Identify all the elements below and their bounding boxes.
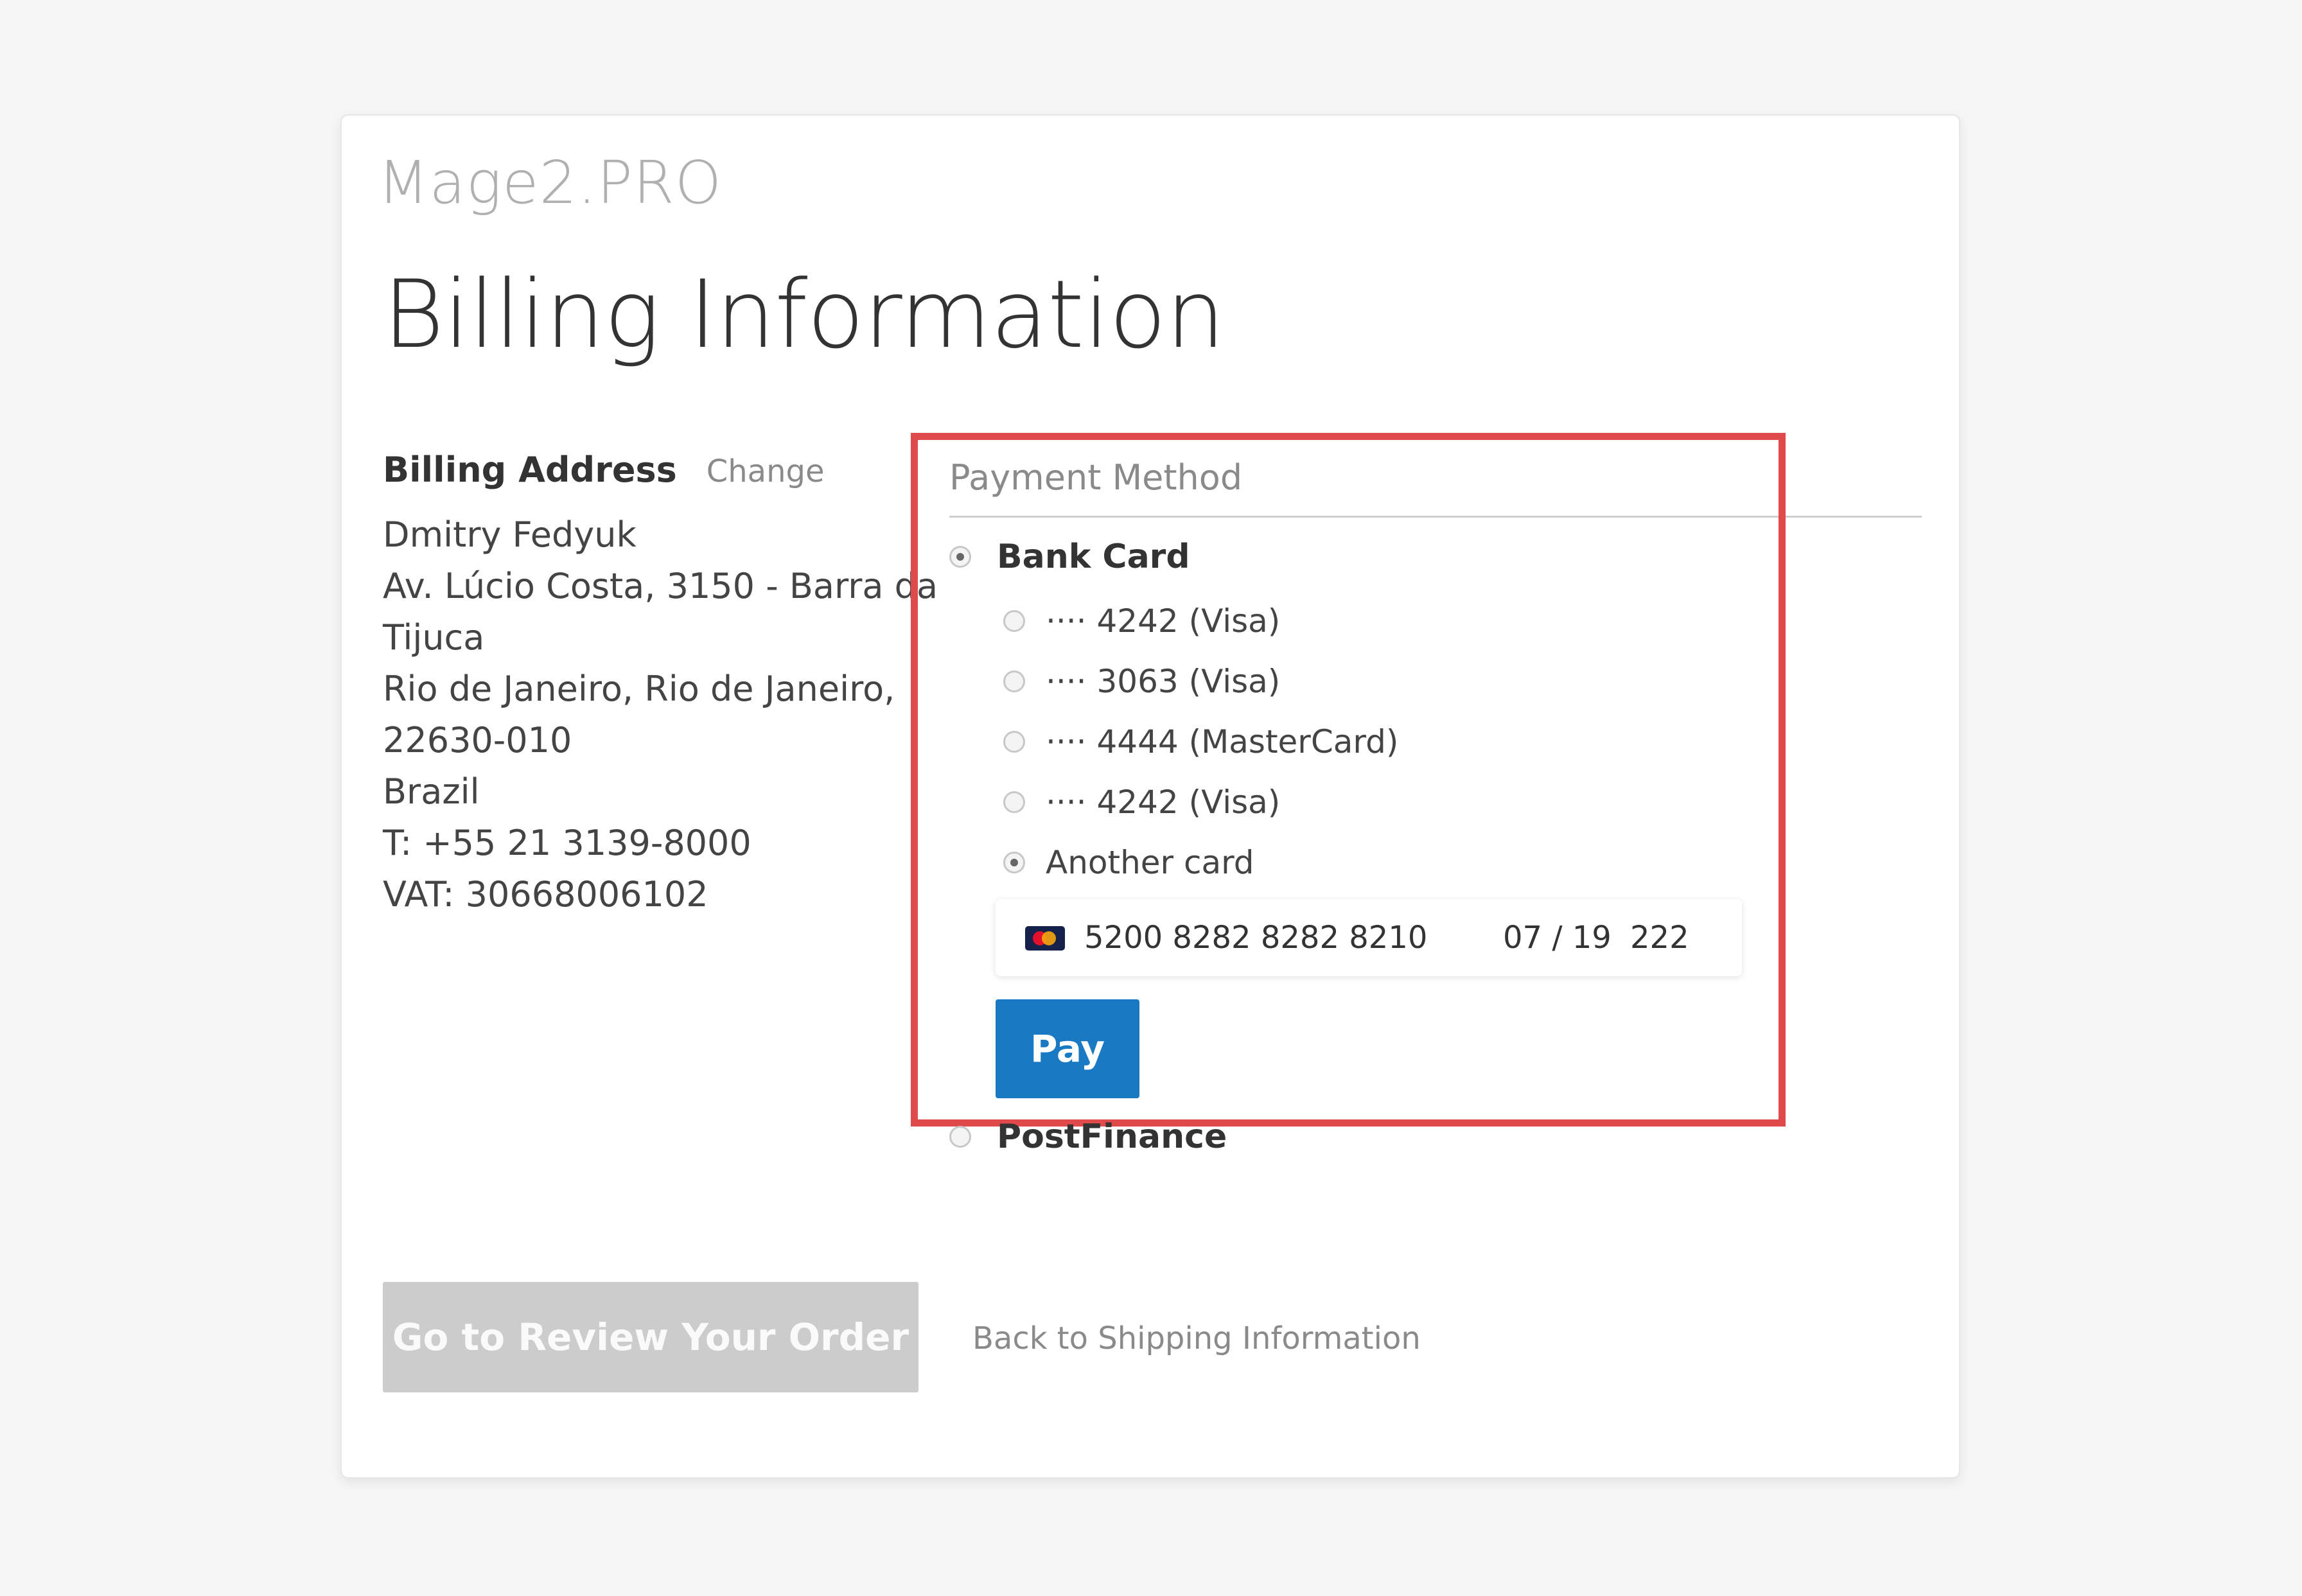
bank-card-label: Bank Card [997, 538, 1190, 576]
card-label: ···· 4242 (Visa) [1046, 602, 1281, 640]
card-radio[interactable] [1003, 671, 1025, 692]
store-logo[interactable]: Mage2.PRO [378, 150, 722, 215]
another-card-label: Another card [1046, 844, 1254, 881]
bank-card-radio[interactable] [949, 546, 971, 568]
change-address-link[interactable]: Change [707, 453, 825, 489]
saved-card-option[interactable]: ···· 3063 (Visa) [1003, 651, 1922, 712]
payment-method-postfinance[interactable]: PostFinance [949, 1118, 1227, 1156]
card-radio[interactable] [1003, 731, 1025, 753]
page-title: Billing Information [383, 260, 1226, 369]
billing-address-header: Billing Address Change [383, 450, 852, 490]
back-to-shipping-link[interactable]: Back to Shipping Information [972, 1320, 1421, 1356]
card-radio[interactable] [1003, 610, 1025, 632]
card-label: ···· 3063 (Visa) [1046, 663, 1281, 700]
card-label: ···· 4444 (MasterCard) [1046, 723, 1399, 760]
address-line: 22630-010 [383, 720, 572, 760]
address-line: Dmitry Fedyuk [383, 514, 637, 555]
payment-method-bank-card[interactable]: Bank Card [949, 533, 1922, 581]
card-entry-field[interactable]: 5200 8282 8282 8210 07 / 19 222 [996, 899, 1742, 976]
card-radio[interactable] [1003, 791, 1025, 813]
billing-address-section: Billing Address Change Dmitry Fedyuk Av.… [383, 450, 938, 920]
mastercard-icon [1025, 926, 1065, 951]
pay-button[interactable]: Pay [996, 999, 1139, 1098]
postfinance-label: PostFinance [997, 1118, 1227, 1156]
card-number-input[interactable]: 5200 8282 8282 8210 [1084, 920, 1427, 956]
saved-cards-list: ···· 4242 (Visa) ···· 3063 (Visa) ···· 4… [1003, 591, 1922, 893]
another-card-option[interactable]: Another card [1003, 832, 1922, 893]
address-line: T: +55 21 3139-8000 [383, 823, 751, 863]
card-expiry-input[interactable]: 07 / 19 [1503, 920, 1612, 956]
card-cvc-input[interactable]: 222 [1630, 920, 1689, 956]
address-line: Tijuca [383, 617, 485, 658]
address-line: Av. Lúcio Costa, 3150 - Barra da [383, 566, 938, 606]
address-line: VAT: 30668006102 [383, 874, 708, 915]
address-block: Dmitry Fedyuk Av. Lúcio Costa, 3150 - Ba… [383, 509, 938, 920]
another-card-radio[interactable] [1003, 852, 1025, 873]
postfinance-radio[interactable] [949, 1126, 971, 1148]
card-label: ···· 4242 (Visa) [1046, 784, 1281, 821]
billing-address-heading: Billing Address [383, 450, 677, 490]
saved-card-option[interactable]: ···· 4444 (MasterCard) [1003, 712, 1922, 772]
payment-method-heading: Payment Method [949, 457, 1922, 518]
payment-method-section: Payment Method Bank Card ···· 4242 (Visa… [949, 457, 1922, 1098]
address-line: Brazil [383, 771, 480, 812]
saved-card-option[interactable]: ···· 4242 (Visa) [1003, 772, 1922, 832]
review-order-button[interactable]: Go to Review Your Order [383, 1282, 918, 1392]
saved-card-option[interactable]: ···· 4242 (Visa) [1003, 591, 1922, 651]
address-line: Rio de Janeiro, Rio de Janeiro, [383, 669, 895, 709]
